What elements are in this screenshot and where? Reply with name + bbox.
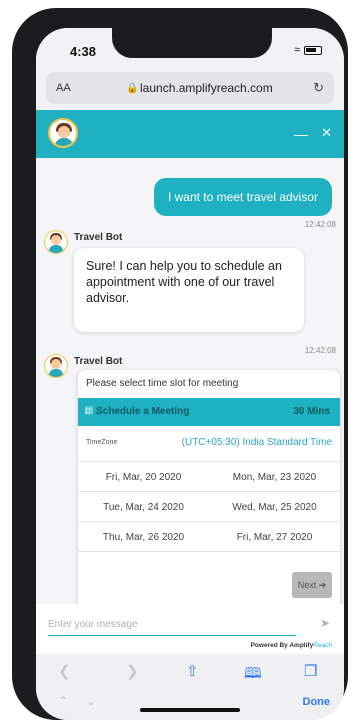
user-message-timestamp: 12:42:08 <box>304 220 336 229</box>
chat-header: — ✕ <box>36 110 344 158</box>
arrow-right-icon: ➔ <box>316 579 327 590</box>
reload-icon[interactable]: ↻ <box>313 80 324 96</box>
bot-message-bubble: Sure! I can help you to schedule an appo… <box>74 248 304 332</box>
date-row: Tue, Mar, 24 2020 Wed, Mar, 25 2020 <box>78 492 340 522</box>
timezone-label: TimeZone <box>86 439 118 446</box>
date-option[interactable]: Fri, Mar, 27 2020 <box>209 522 340 552</box>
chevron-down-icon[interactable]: ⌄ <box>86 694 96 708</box>
date-option[interactable]: Wed, Mar, 25 2020 <box>209 492 340 522</box>
schedule-header: ▦ Schedule a Meeting 30 Mins <box>78 398 340 426</box>
url-text[interactable]: launch.amplifyreach.com <box>140 81 273 95</box>
minimize-icon[interactable]: — <box>294 126 308 142</box>
back-icon[interactable]: ❮ <box>58 662 71 680</box>
home-indicator <box>140 708 240 712</box>
date-option[interactable]: Fri, Mar, 20 2020 <box>78 462 209 492</box>
powered-by: Powered By AmplifyReach <box>251 642 332 649</box>
powered-by-brand[interactable]: Reach <box>313 642 332 649</box>
slot-prompt: Please select time slot for meeting <box>86 378 239 389</box>
url-bar[interactable]: AA 🔒 launch.amplifyreach.com ↻ <box>46 72 334 104</box>
timezone-row: TimeZone (UTC+05:30) India Standard Time <box>78 426 340 462</box>
notch <box>112 28 272 58</box>
message-input-area: ➤ Powered By AmplifyReach <box>36 604 344 654</box>
bot-name: Travel Bot <box>74 232 123 243</box>
phone-screen: 4:38 ≈ AA 🔒 launch.amplifyreach.com ↻ — … <box>36 28 344 720</box>
done-button[interactable]: Done <box>303 696 331 708</box>
bot-avatar <box>44 230 68 254</box>
meeting-duration: 30 Mins <box>293 406 330 417</box>
book-icon[interactable]: 🕮 <box>244 663 262 688</box>
bot-avatar <box>44 354 68 378</box>
schedule-title: Schedule a Meeting <box>96 406 190 417</box>
bot-name: Travel Bot <box>74 356 123 367</box>
message-input[interactable] <box>48 614 296 636</box>
status-time: 4:38 <box>70 44 97 59</box>
wifi-icon: ≈ <box>293 44 300 56</box>
bot-message-timestamp: 12:42:08 <box>304 346 336 355</box>
date-row: Fri, Mar, 20 2020 Mon, Mar, 23 2020 <box>78 462 340 492</box>
share-icon[interactable]: ⇧ <box>186 662 199 680</box>
phone-frame: 4:38 ≈ AA 🔒 launch.amplifyreach.com ↻ — … <box>12 8 348 720</box>
timezone-value[interactable]: (UTC+05:30) India Standard Time <box>182 437 332 448</box>
text-size-button[interactable]: AA <box>56 82 71 94</box>
time-slot-card: Please select time slot for meeting ▦ Sc… <box>78 370 340 614</box>
status-bar: 4:38 ≈ <box>36 28 344 64</box>
bot-avatar <box>48 118 78 148</box>
chat-body[interactable]: I want to meet travel advisor 12:42:08 T… <box>36 158 344 614</box>
calendar-icon: ▦ <box>84 405 94 416</box>
powered-by-prefix: Powered By Amplify <box>250 642 314 649</box>
forward-icon[interactable]: ❯ <box>126 662 139 680</box>
date-option[interactable]: Thu, Mar, 26 2020 <box>78 522 209 552</box>
close-icon[interactable]: ✕ <box>321 125 332 141</box>
tabs-icon[interactable]: ❐ <box>304 662 317 680</box>
send-icon[interactable]: ➤ <box>320 616 330 630</box>
user-message-bubble: I want to meet travel advisor <box>154 178 332 216</box>
status-icons: ≈ <box>294 44 322 56</box>
date-option[interactable]: Mon, Mar, 23 2020 <box>209 462 340 492</box>
next-button[interactable]: Next ➔ <box>292 572 332 598</box>
date-option[interactable]: Tue, Mar, 24 2020 <box>78 492 209 522</box>
lock-icon: 🔒 <box>126 82 139 94</box>
chevron-up-icon[interactable]: ⌃ <box>58 694 68 708</box>
battery-icon <box>304 45 322 55</box>
next-button-label: Next <box>297 580 317 590</box>
date-row: Thu, Mar, 26 2020 Fri, Mar, 27 2020 <box>78 522 340 552</box>
